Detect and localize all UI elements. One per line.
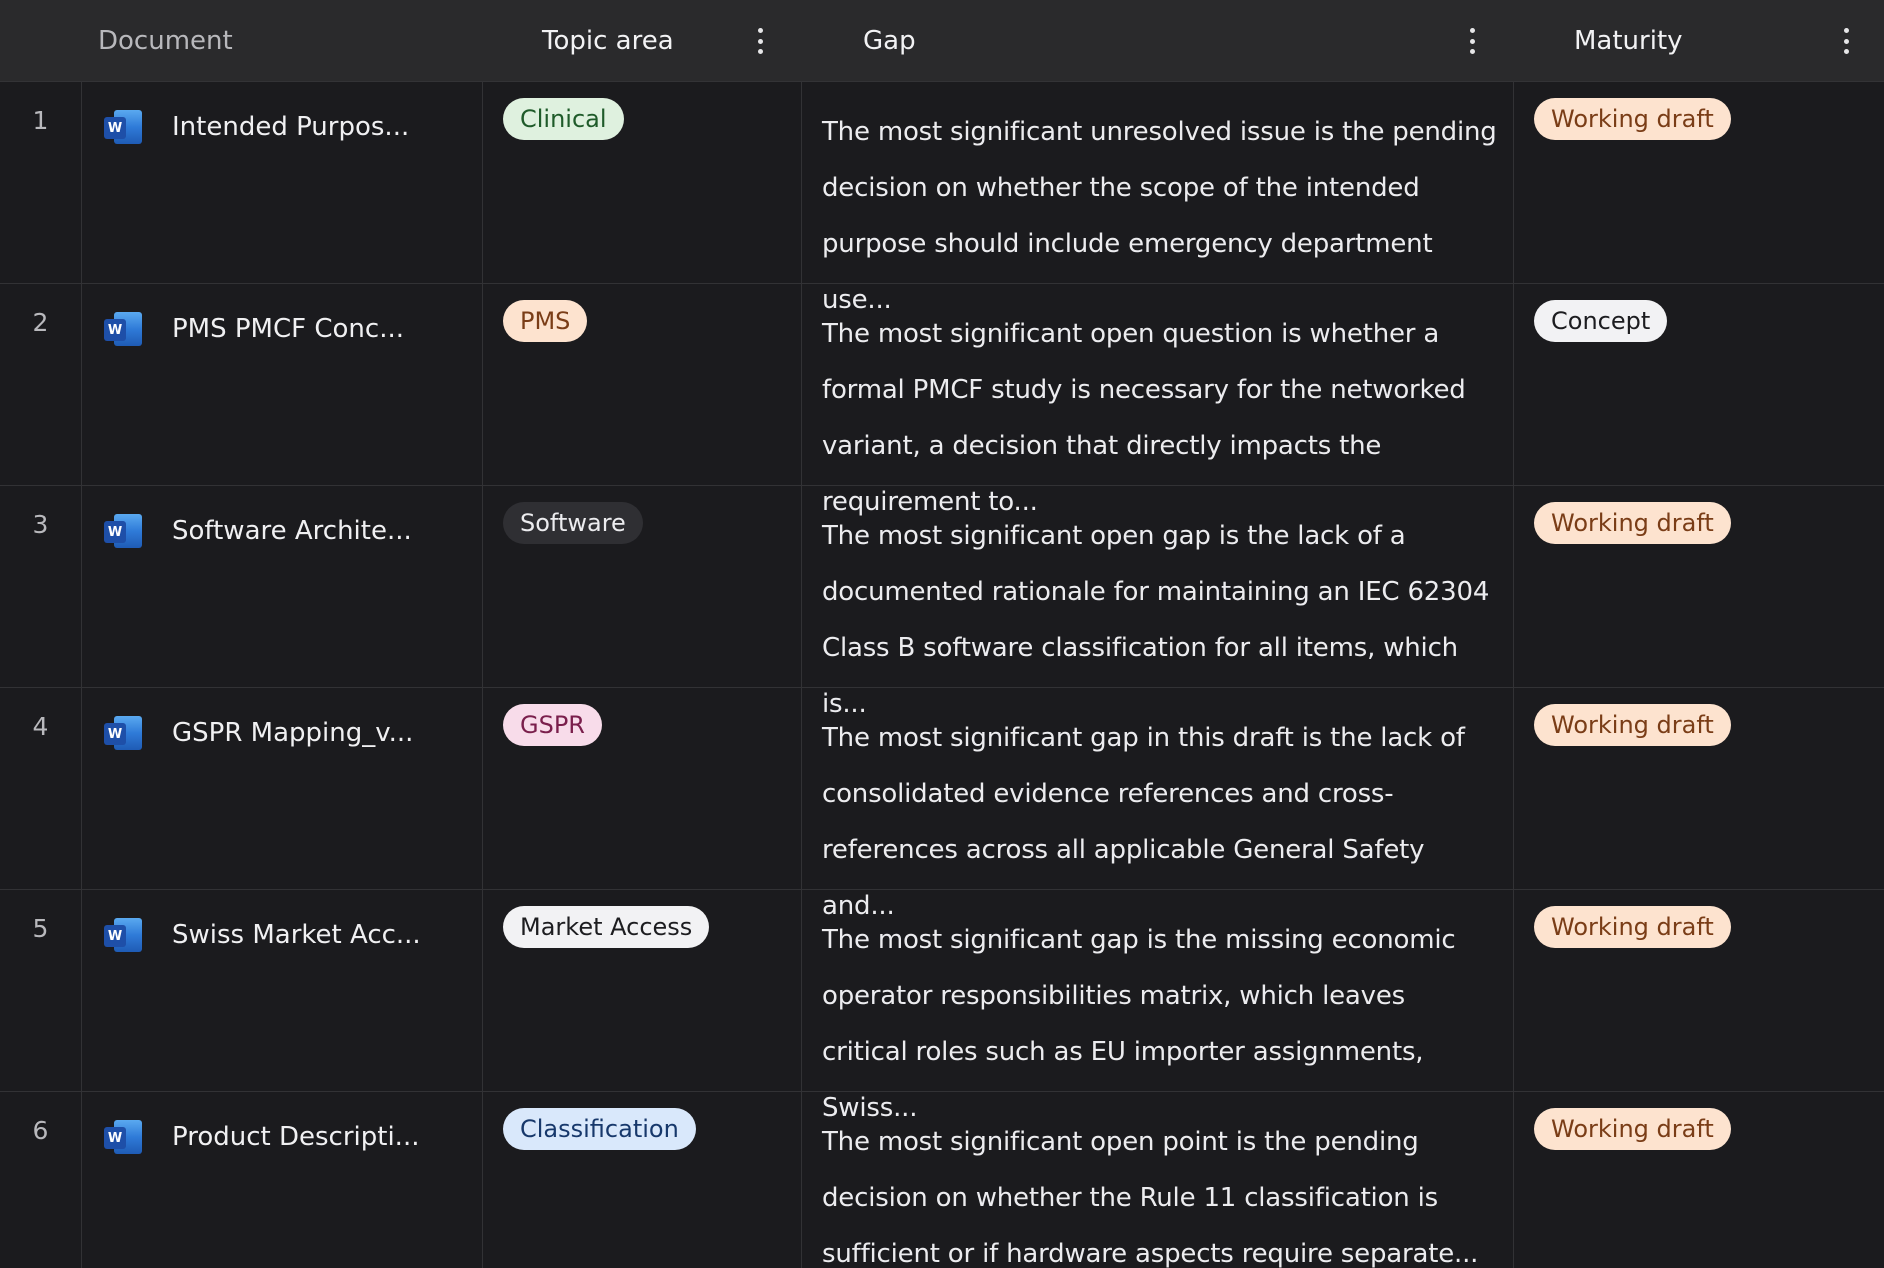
topic-cell[interactable]: PMS	[483, 284, 801, 485]
gap-text: The most significant open point is the p…	[822, 1127, 1479, 1268]
topic-chip-gspr[interactable]: GSPR	[503, 704, 602, 746]
maturity-cell[interactable]: Concept	[1514, 284, 1884, 485]
document-name[interactable]: Swiss Market Acc...	[172, 918, 421, 952]
maturity-chip-working-draft[interactable]: Working draft	[1534, 704, 1731, 746]
row-number: 5	[32, 914, 49, 943]
table-row[interactable]: 1 W Intended Purpos... Clinical The most…	[0, 82, 1884, 315]
column-header-topic[interactable]: Topic area	[542, 0, 782, 81]
document-cell[interactable]: W Intended Purpos...	[82, 82, 482, 283]
word-document-icon: W	[104, 110, 142, 144]
gap-cell[interactable]: The most significant open gap is the lac…	[802, 486, 1513, 719]
gap-cell[interactable]: The most significant unresolved issue is…	[802, 82, 1513, 315]
table-row[interactable]: 3 W Software Archite... Software The mos…	[0, 486, 1884, 719]
topic-chip-market-access[interactable]: Market Access	[503, 906, 710, 948]
row-number: 6	[32, 1116, 49, 1145]
topic-cell[interactable]: Clinical	[483, 82, 801, 283]
document-name[interactable]: GSPR Mapping_v...	[172, 716, 413, 750]
table-header: Document Topic area Gap Maturity	[0, 0, 1884, 82]
gap-cell[interactable]: The most significant open point is the p…	[802, 1092, 1513, 1268]
word-document-icon: W	[104, 918, 142, 952]
topic-cell[interactable]: GSPR	[483, 688, 801, 889]
row-number: 3	[32, 510, 49, 539]
column-header-maturity[interactable]: Maturity	[1574, 0, 1814, 81]
topic-column-menu-icon[interactable]	[756, 28, 764, 54]
document-name[interactable]: PMS PMCF Conc...	[172, 312, 404, 346]
maturity-chip-working-draft[interactable]: Working draft	[1534, 906, 1731, 948]
document-cell[interactable]: W PMS PMCF Conc...	[82, 284, 482, 485]
word-document-icon: W	[104, 312, 142, 346]
column-header-gap[interactable]: Gap	[863, 0, 1163, 81]
topic-chip-pms[interactable]: PMS	[503, 300, 588, 342]
maturity-cell[interactable]: Working draft	[1514, 82, 1884, 283]
word-document-icon: W	[104, 1120, 142, 1154]
column-header-gap-label: Gap	[863, 25, 916, 56]
topic-chip-clinical[interactable]: Clinical	[503, 98, 624, 140]
document-name[interactable]: Software Archite...	[172, 514, 412, 548]
gap-column-menu-icon[interactable]	[1468, 28, 1476, 54]
document-cell[interactable]: W Swiss Market Acc...	[82, 890, 482, 1091]
word-document-icon: W	[104, 514, 142, 548]
maturity-cell[interactable]: Working draft	[1514, 890, 1884, 1091]
maturity-chip-working-draft[interactable]: Working draft	[1534, 98, 1731, 140]
row-number: 2	[32, 308, 49, 337]
document-cell[interactable]: W GSPR Mapping_v...	[82, 688, 482, 889]
table-row[interactable]: 6 W Product Descripti... Classification …	[0, 1092, 1884, 1268]
maturity-cell[interactable]: Working draft	[1514, 486, 1884, 687]
column-header-document-label: Document	[98, 25, 233, 56]
documents-table: Document Topic area Gap Maturity 1 W Int…	[0, 0, 1884, 1268]
table-row[interactable]: 2 W PMS PMCF Conc... PMS The most signif…	[0, 284, 1884, 517]
gap-cell[interactable]: The most significant gap in this draft i…	[802, 688, 1513, 921]
row-number: 1	[32, 106, 49, 135]
topic-chip-classification[interactable]: Classification	[503, 1108, 696, 1150]
maturity-chip-working-draft[interactable]: Working draft	[1534, 1108, 1731, 1150]
document-name[interactable]: Intended Purpos...	[172, 110, 409, 144]
row-number: 4	[32, 712, 49, 741]
column-header-topic-label: Topic area	[542, 25, 674, 56]
maturity-cell[interactable]: Working draft	[1514, 1092, 1884, 1268]
document-cell[interactable]: W Product Descripti...	[82, 1092, 482, 1268]
column-header-document[interactable]: Document	[98, 0, 398, 81]
topic-cell[interactable]: Market Access	[483, 890, 801, 1091]
topic-cell[interactable]: Classification	[483, 1092, 801, 1268]
gap-cell[interactable]: The most significant open question is wh…	[802, 284, 1513, 517]
document-cell[interactable]: W Software Archite...	[82, 486, 482, 687]
document-name[interactable]: Product Descripti...	[172, 1120, 419, 1154]
maturity-cell[interactable]: Working draft	[1514, 688, 1884, 889]
table-row[interactable]: 4 W GSPR Mapping_v... GSPR The most sign…	[0, 688, 1884, 921]
table-row[interactable]: 5 W Swiss Market Acc... Market Access Th…	[0, 890, 1884, 1123]
gap-cell[interactable]: The most significant gap is the missing …	[802, 890, 1513, 1123]
topic-chip-software[interactable]: Software	[503, 502, 643, 544]
topic-cell[interactable]: Software	[483, 486, 801, 687]
column-header-maturity-label: Maturity	[1574, 25, 1683, 56]
maturity-chip-concept[interactable]: Concept	[1534, 300, 1668, 342]
maturity-chip-working-draft[interactable]: Working draft	[1534, 502, 1731, 544]
word-document-icon: W	[104, 716, 142, 750]
maturity-column-menu-icon[interactable]	[1842, 28, 1850, 54]
